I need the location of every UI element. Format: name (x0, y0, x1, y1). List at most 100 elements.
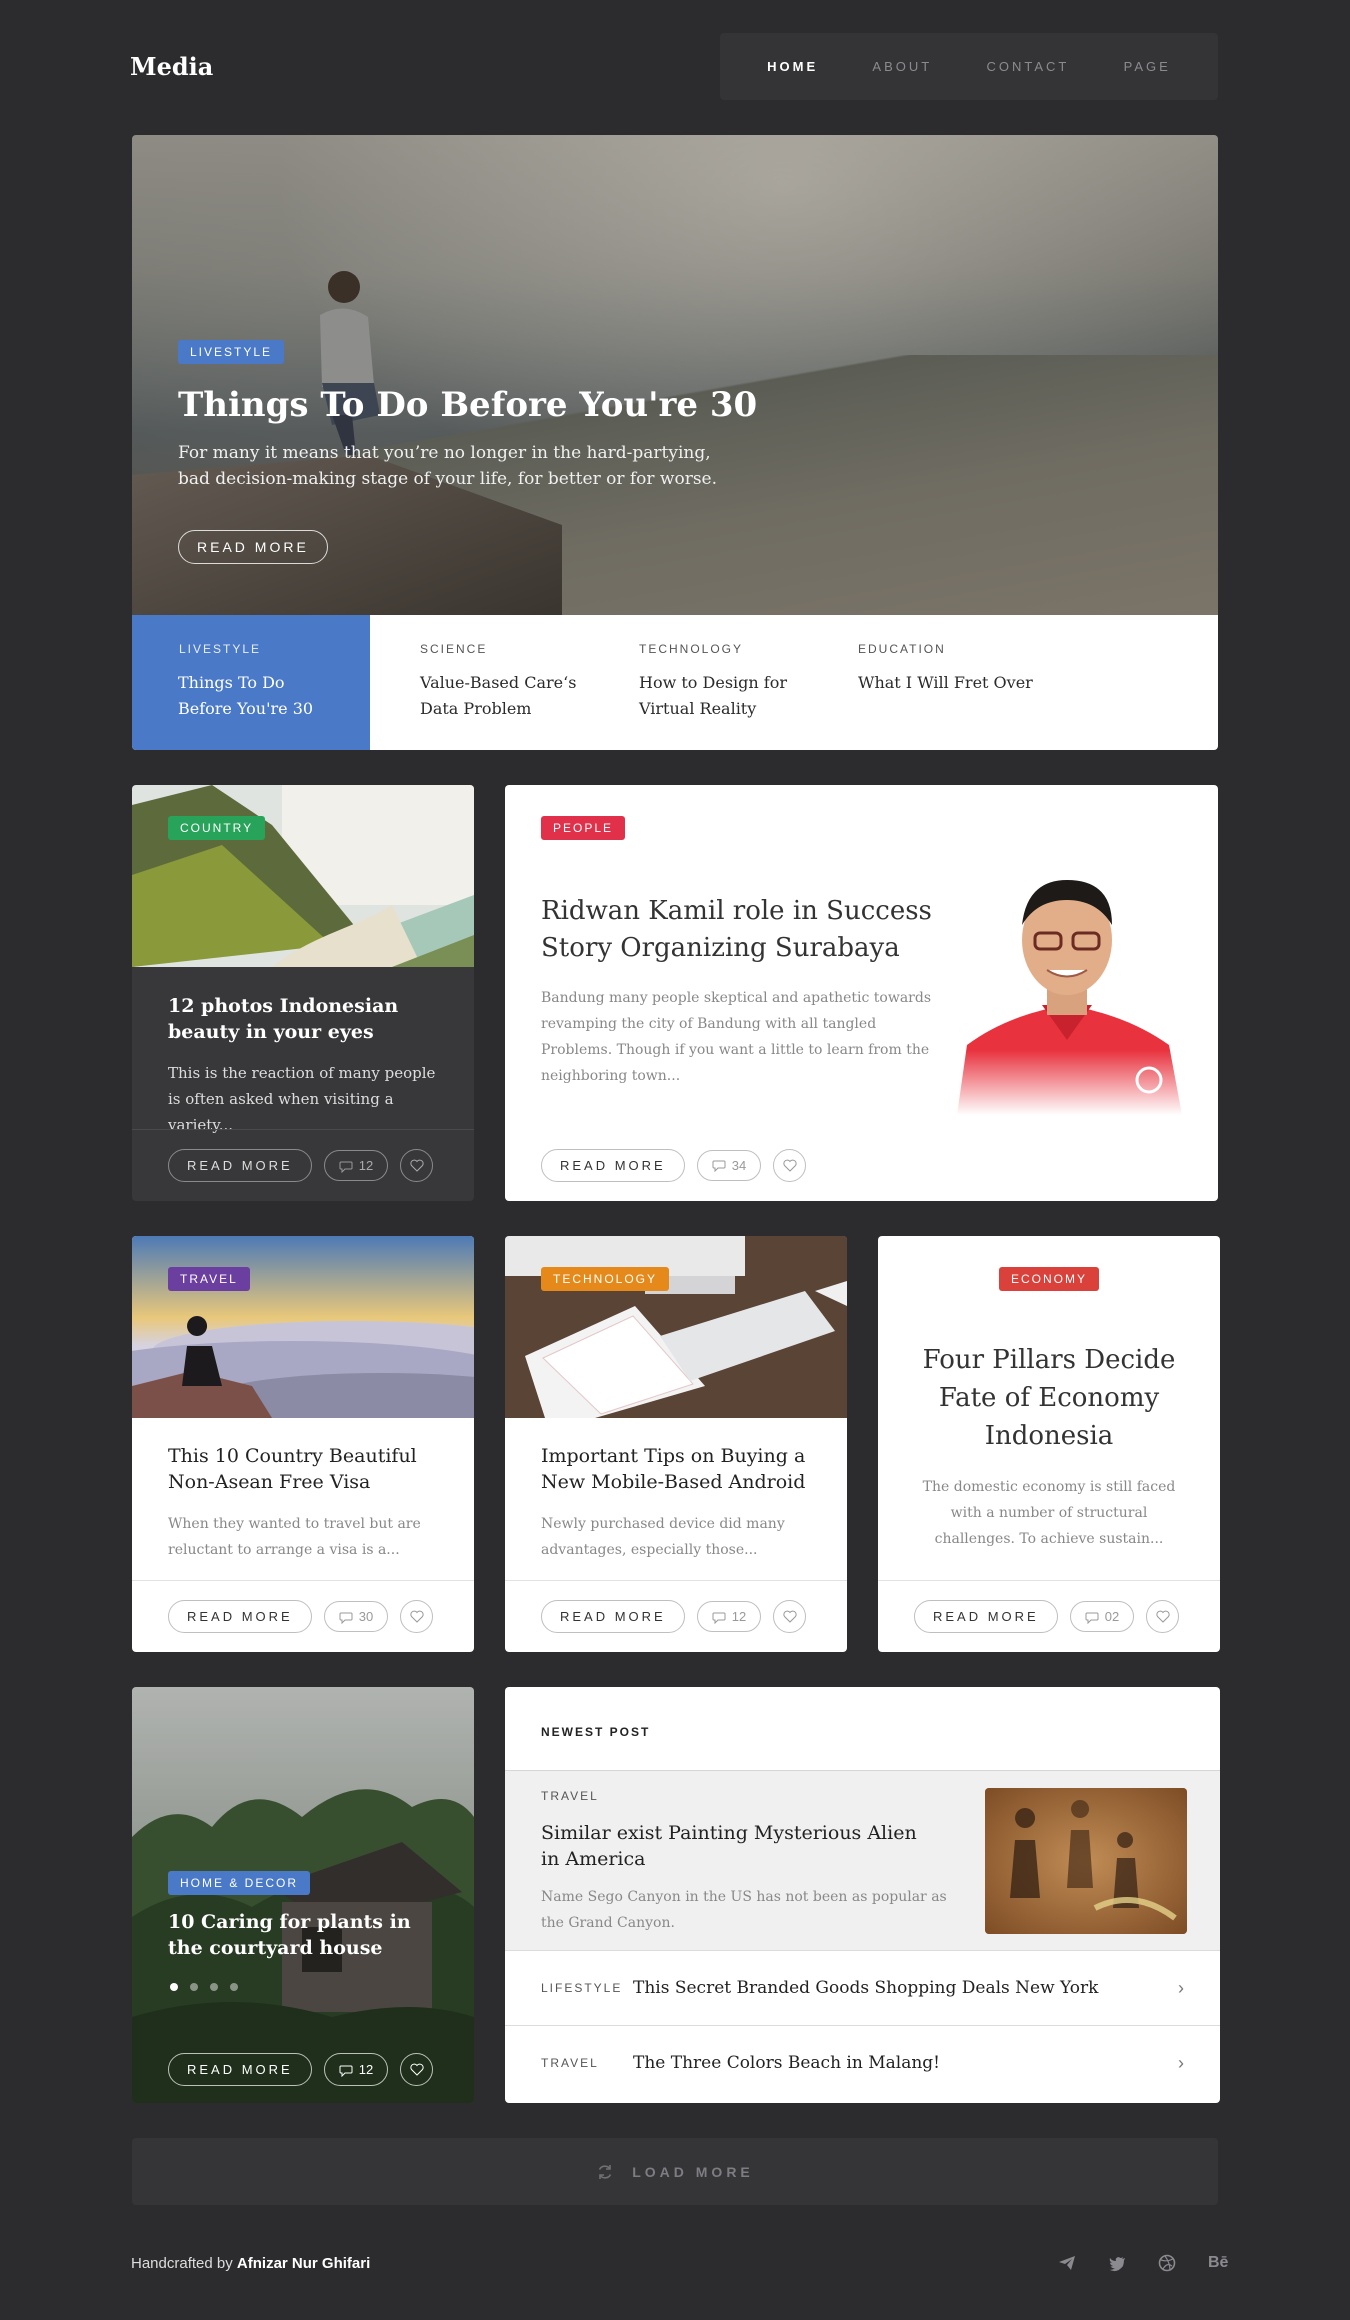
footer-author-link[interactable]: Afnizar Nur Ghifari (237, 2255, 370, 2272)
heart-icon (410, 1610, 424, 1623)
article-card-home-decor: HOME & DECOR 10 Caring for plants in the… (132, 1687, 474, 2103)
nav-home[interactable]: HOME (767, 59, 818, 74)
card-category-badge[interactable]: TECHNOLOGY (541, 1267, 670, 1291)
like-button[interactable] (773, 1148, 807, 1182)
list-item-category: TRAVEL (541, 2056, 599, 2070)
nav-page[interactable]: PAGE (1124, 59, 1171, 74)
comment-count-button[interactable]: 02 (1069, 1601, 1135, 1632)
card-category-badge[interactable]: HOME & DECOR (168, 1871, 311, 1895)
rock-painting-image (985, 1788, 1187, 1934)
hero-banner: LIVESTYLE Things To Do Before You're 30 … (132, 135, 1218, 615)
card-footer: READ MORE 02 (878, 1580, 1220, 1652)
hero-read-more-button[interactable]: READ MORE (178, 530, 328, 564)
nav-contact[interactable]: CONTACT (987, 59, 1070, 74)
card-category-badge[interactable]: ECONOMY (998, 1267, 1099, 1291)
card-title[interactable]: Important Tips on Buying a New Mobile-Ba… (541, 1443, 821, 1495)
newest-post-panel: NEWEST POST TRAVEL Similar exist Paintin… (505, 1687, 1220, 2103)
featured-title[interactable]: Similar exist Painting Mysterious Alien … (541, 1820, 941, 1872)
card-category-badge[interactable]: COUNTRY (168, 816, 266, 840)
strip-active-item[interactable]: LIVESTYLE Things To Do Before You're 30 (132, 615, 370, 750)
card-title[interactable]: Ridwan Kamil role in Success Story Organ… (541, 893, 941, 967)
comment-count: 12 (358, 2062, 374, 2077)
card-footer: READ MORE 12 (505, 1580, 847, 1652)
behance-icon[interactable]: Bē (1208, 2254, 1228, 2272)
read-more-button[interactable]: READ MORE (168, 1149, 312, 1182)
card-title[interactable]: 10 Caring for plants in the courtyard ho… (168, 1909, 428, 1961)
featured-strip: LIVESTYLE Things To Do Before You're 30 … (132, 615, 1218, 750)
heart-icon (410, 1159, 424, 1172)
nav-about[interactable]: ABOUT (872, 59, 932, 74)
like-button[interactable] (400, 1600, 434, 1633)
like-button[interactable] (1146, 1600, 1180, 1633)
slider-dot[interactable] (230, 1983, 238, 1991)
newest-featured-item[interactable]: TRAVEL Similar exist Painting Mysterious… (505, 1770, 1220, 1950)
slider-dot-active[interactable] (170, 1983, 178, 1991)
strip-item-title[interactable]: Value-Based Care‘s Data Problem (420, 670, 600, 722)
read-more-button[interactable]: READ MORE (914, 1600, 1058, 1633)
twitter-icon[interactable] (1108, 2254, 1126, 2272)
footer-credit: Handcrafted by Afnizar Nur Ghifari (131, 2255, 370, 2272)
strip-item-title[interactable]: How to Design for Virtual Reality (639, 670, 819, 722)
like-button[interactable] (400, 2053, 434, 2086)
newest-list-item[interactable]: TRAVEL The Three Colors Beach in Malang!… (505, 2025, 1220, 2100)
card-title[interactable]: This 10 Country Beautiful Non-Asean Free… (168, 1443, 448, 1495)
read-more-button[interactable]: READ MORE (541, 1148, 685, 1182)
comment-count-button[interactable]: 34 (696, 1149, 762, 1181)
strip-item-science[interactable]: SCIENCE Value-Based Care‘s Data Problem (420, 642, 600, 722)
comment-count-button[interactable]: 12 (323, 1150, 389, 1181)
like-button[interactable] (773, 1600, 807, 1633)
strip-item-education[interactable]: EDUCATION What I Will Fret Over (858, 642, 1058, 696)
list-item-title[interactable]: The Three Colors Beach in Malang! (633, 2053, 1178, 2073)
card-excerpt: This is the reaction of many people is o… (168, 1064, 436, 1134)
jungle-house-image (132, 1687, 474, 2103)
main-nav: HOME ABOUT CONTACT PAGE (720, 33, 1218, 100)
telegram-icon[interactable] (1058, 2254, 1076, 2272)
heart-icon (410, 2063, 424, 2076)
comment-icon (339, 1612, 353, 1624)
list-item-title[interactable]: This Secret Branded Goods Shopping Deals… (633, 1978, 1178, 1998)
chevron-right-icon[interactable]: › (1178, 2053, 1184, 2074)
card-footer: READ MORE 34 (505, 1129, 1218, 1201)
card-excerpt: Newly purchased device did many advantag… (541, 1516, 785, 1558)
strip-item-technology[interactable]: TECHNOLOGY How to Design for Virtual Rea… (639, 642, 819, 722)
heart-icon (783, 1159, 797, 1172)
card-title[interactable]: 12 photos Indonesian beauty in your eyes (168, 993, 448, 1045)
chevron-right-icon[interactable]: › (1178, 1978, 1184, 1999)
hero-excerpt: For many it means that you’re no longer … (178, 443, 718, 489)
like-button[interactable] (400, 1149, 434, 1182)
slider-dot[interactable] (210, 1983, 218, 1991)
social-links: Bē (1058, 2254, 1228, 2272)
travel-clouds-image (132, 1236, 474, 1418)
hero-category-badge[interactable]: LIVESTYLE (178, 340, 285, 364)
brand-logo[interactable]: Media (130, 52, 213, 81)
article-card-economy: ECONOMY Four Pillars Decide Fate of Econ… (878, 1236, 1220, 1652)
card-category-badge[interactable]: TRAVEL (168, 1267, 250, 1291)
newest-list-item[interactable]: LIFESTYLE This Secret Branded Goods Shop… (505, 1950, 1220, 2025)
card-title[interactable]: Four Pillars Decide Fate of Economy Indo… (908, 1341, 1190, 1455)
card-excerpt: When they wanted to travel but are reluc… (168, 1516, 421, 1558)
technology-desk-image (505, 1236, 847, 1418)
refresh-icon (599, 2164, 612, 2179)
comment-count-button[interactable]: 30 (323, 1601, 389, 1632)
country-landscape-image (132, 785, 474, 967)
comment-count: 12 (731, 1609, 747, 1624)
load-more-button[interactable]: LOAD MORE (132, 2138, 1218, 2205)
card-category-badge[interactable]: PEOPLE (541, 816, 626, 840)
comment-icon (339, 1161, 353, 1173)
comment-count-button[interactable]: 12 (696, 1601, 762, 1632)
featured-excerpt: Name Sego Canyon in the US has not been … (541, 1889, 947, 1931)
strip-item-title[interactable]: What I Will Fret Over (858, 670, 1058, 696)
hero-title[interactable]: Things To Do Before You're 30 (178, 385, 757, 425)
slider-dot[interactable] (190, 1983, 198, 1991)
read-more-button[interactable]: READ MORE (168, 2053, 312, 2086)
slider-dots (170, 1983, 238, 1991)
article-card-travel: TRAVEL This 10 Country Beautiful Non-Ase… (132, 1236, 474, 1652)
strip-item-title[interactable]: Things To Do Before You're 30 (178, 670, 338, 722)
dribbble-icon[interactable] (1158, 2254, 1176, 2272)
comment-count-button[interactable]: 12 (323, 2053, 389, 2086)
comment-count: 30 (358, 1609, 374, 1624)
comment-count: 12 (358, 1158, 374, 1173)
read-more-button[interactable]: READ MORE (541, 1600, 685, 1633)
strip-item-category: LIVESTYLE (179, 642, 262, 656)
read-more-button[interactable]: READ MORE (168, 1600, 312, 1633)
